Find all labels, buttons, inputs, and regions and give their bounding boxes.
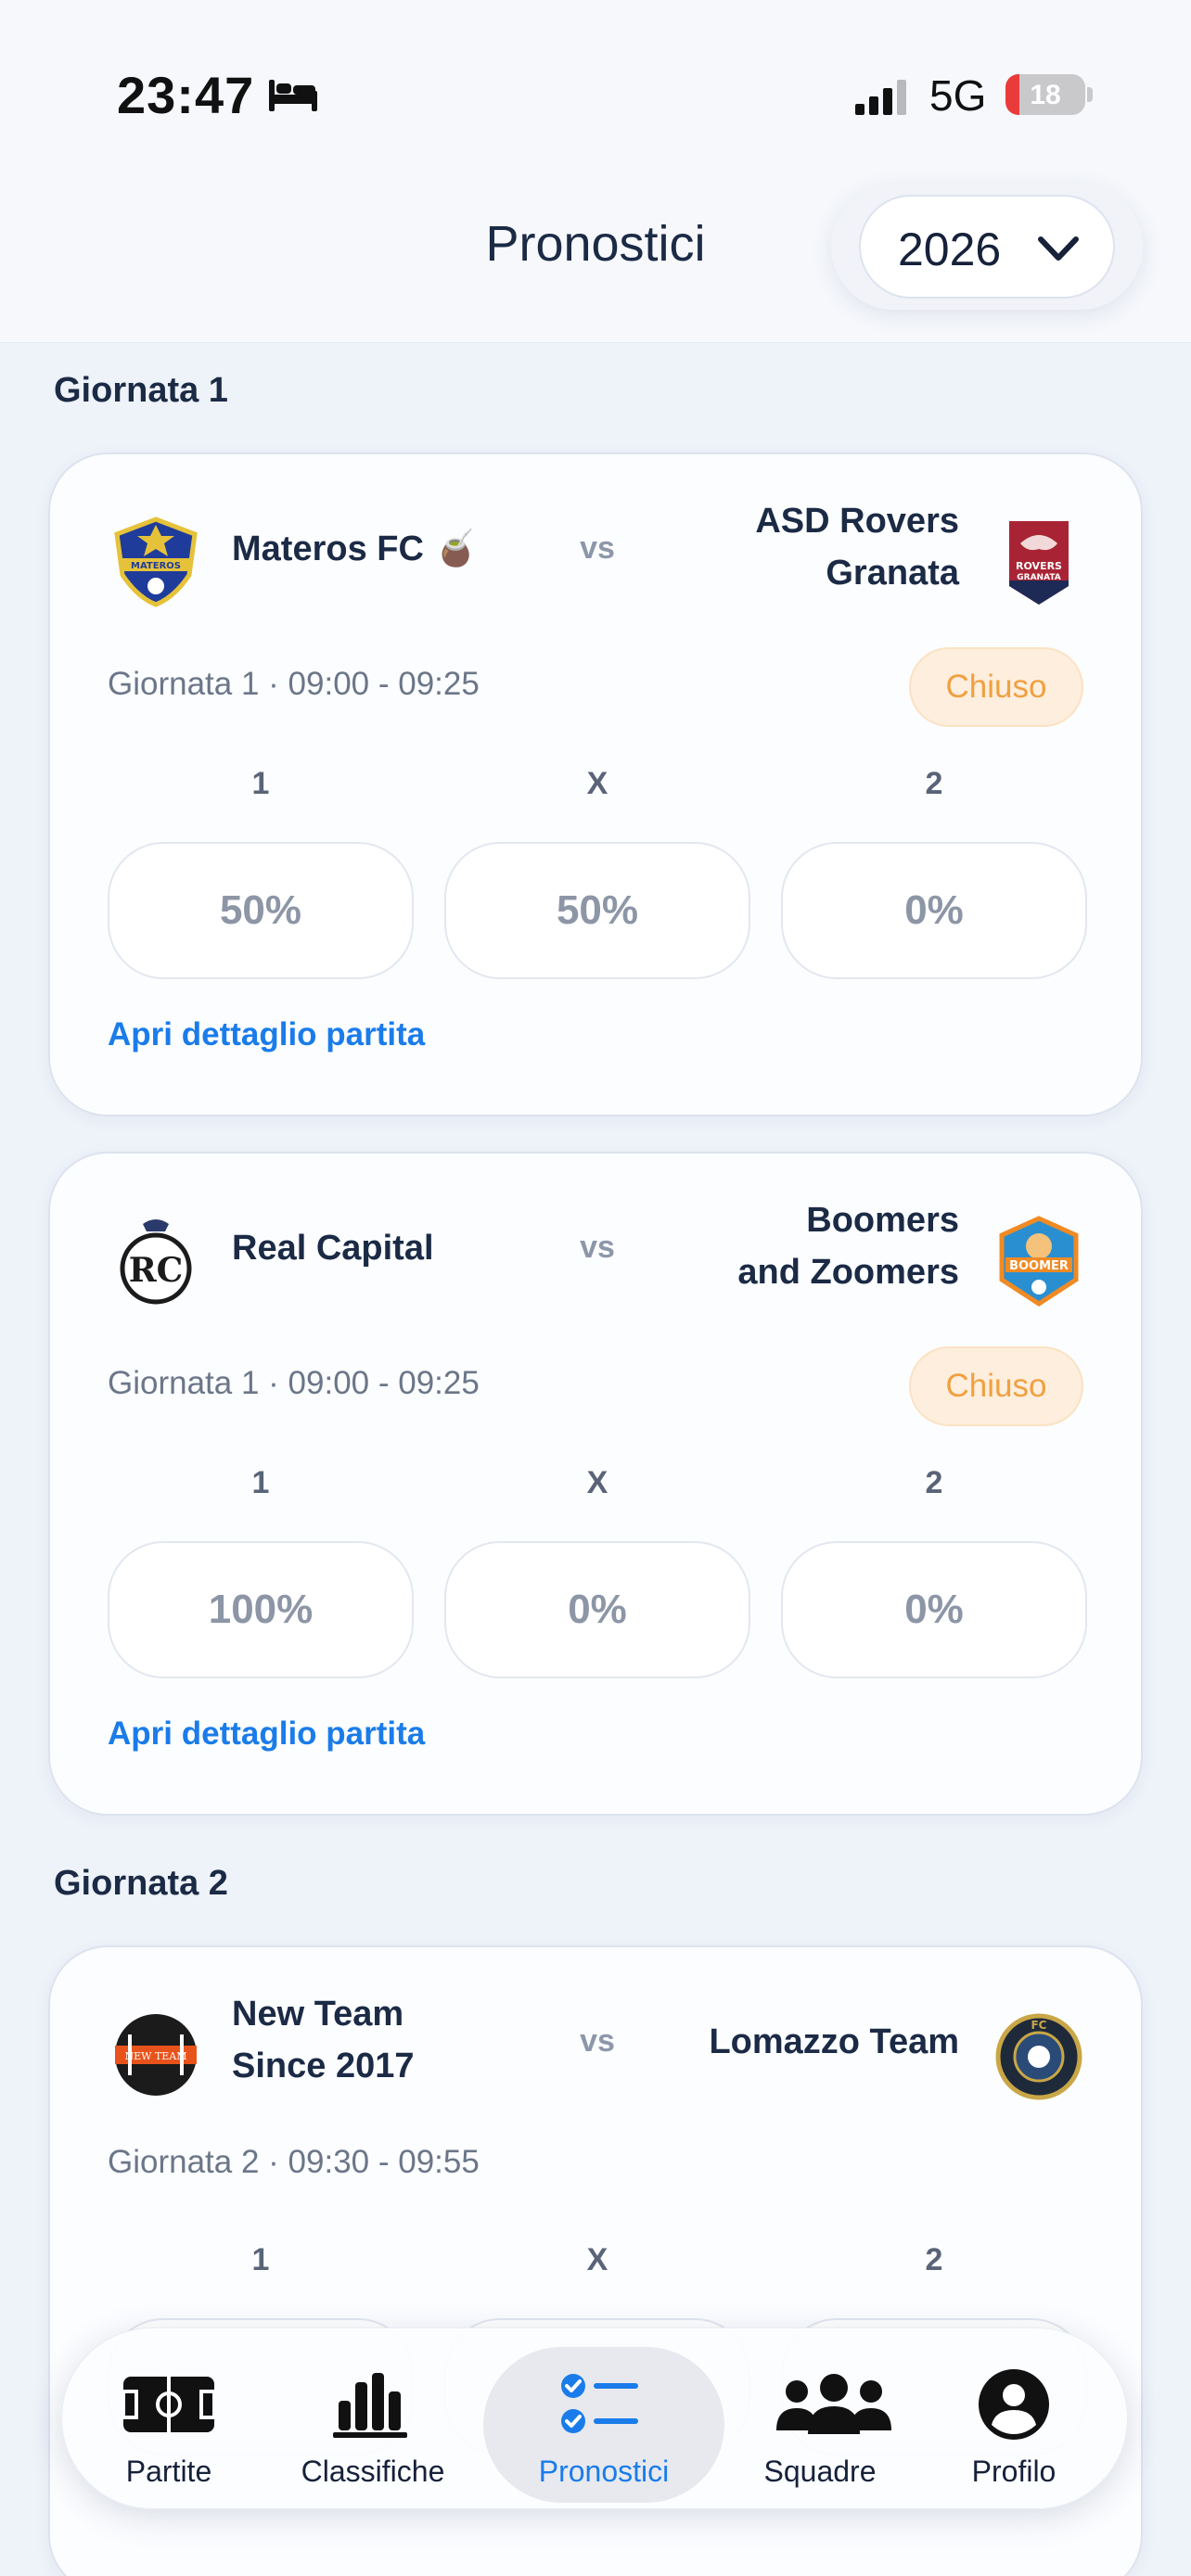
away-team-name-line: and Zoomers xyxy=(737,1253,959,1292)
people-icon xyxy=(776,2374,891,2434)
vs-label: vs xyxy=(580,530,615,566)
match-card: RC Real Capital vs Boomers and Zoomers B… xyxy=(48,1152,1143,1816)
bar-chart-icon xyxy=(333,2373,407,2438)
svg-text:GRANATA: GRANATA xyxy=(1017,573,1061,582)
year-select[interactable]: 2026 xyxy=(859,195,1115,299)
tab-partite[interactable]: Partite xyxy=(109,2328,229,2510)
team-logo-text: FC xyxy=(1031,2019,1046,2032)
tab-label: Profilo xyxy=(971,2455,1057,2488)
away-team-name: Boomers and Zoomers xyxy=(737,1194,959,1298)
chevron-down-icon xyxy=(1038,236,1079,261)
section-title: Giornata 1 xyxy=(54,371,228,410)
prediction-option-x[interactable]: 0% xyxy=(444,1541,750,1678)
option-label-2: 2 xyxy=(925,1465,943,1500)
away-team-name: Lomazzo Team xyxy=(709,2022,959,2061)
away-team-name-line: ASD Rovers xyxy=(755,502,959,541)
prediction-option-1[interactable]: 100% xyxy=(108,1541,414,1678)
battery-tip xyxy=(1087,87,1093,102)
tab-classifiche[interactable]: Classifiche xyxy=(294,2328,452,2510)
svg-text:ROVERS: ROVERS xyxy=(1016,560,1062,572)
tab-label: Pronostici xyxy=(538,2455,670,2488)
checklist-icon xyxy=(561,2374,638,2433)
tab-label: Partite xyxy=(125,2455,212,2488)
prediction-option-2[interactable]: 0% xyxy=(781,1541,1087,1678)
option-label-1: 1 xyxy=(251,1465,270,1500)
bed-icon xyxy=(269,80,317,111)
tab-profilo[interactable]: Profilo xyxy=(958,2328,1069,2510)
tab-pronostici[interactable]: Pronostici xyxy=(483,2328,724,2510)
option-label-x: X xyxy=(586,766,608,801)
match-info: Giornata 1 · 09:00 - 09:25 xyxy=(108,666,480,702)
status-bar: 23:47 5G 18 xyxy=(0,0,1191,185)
prediction-option-x[interactable]: 50% xyxy=(444,842,750,979)
option-label-2: 2 xyxy=(925,2242,943,2277)
tab-bar: Partite Classifiche Pronostici Squadre P… xyxy=(61,2327,1128,2509)
vs-label: vs xyxy=(580,2023,615,2059)
year-value: 2026 xyxy=(898,223,1002,275)
network-label: 5G xyxy=(929,71,987,120)
tab-label: Classifiche xyxy=(301,2455,445,2488)
vs-label: vs xyxy=(580,1230,615,1265)
status-time: 23:47 xyxy=(117,66,255,124)
team-logo-rovers-granata: ROVERS GRANATA xyxy=(1009,521,1069,605)
section-title: Giornata 2 xyxy=(54,1864,228,1903)
match-detail-link[interactable]: Apri dettaglio partita xyxy=(108,1016,425,1053)
status-badge: Chiuso xyxy=(909,647,1083,727)
option-label-1: 1 xyxy=(251,2242,270,2277)
signal-icon xyxy=(855,80,906,115)
battery-icon: 18 xyxy=(1005,74,1085,115)
prediction-option-1[interactable]: 50% xyxy=(108,842,414,979)
team-logo-lomazzo: FC xyxy=(995,2013,1082,2100)
prediction-option-2[interactable]: 0% xyxy=(781,842,1087,979)
option-label-x: X xyxy=(586,1465,608,1500)
field-icon xyxy=(122,2377,216,2432)
status-badge: Chiuso xyxy=(909,1346,1083,1426)
option-label-1: 1 xyxy=(251,766,270,801)
team-logo-text: BOOMER xyxy=(1009,1259,1069,1273)
match-info: Giornata 1 · 09:00 - 09:25 xyxy=(108,1365,480,1401)
away-team-name-line: Boomers xyxy=(806,1201,959,1240)
option-label-2: 2 xyxy=(925,766,943,801)
match-info: Giornata 2 · 09:30 - 09:55 xyxy=(108,2144,480,2180)
person-icon xyxy=(979,2369,1049,2440)
away-team-name: ASD Rovers Granata xyxy=(755,495,959,599)
match-detail-link[interactable]: Apri dettaglio partita xyxy=(108,1715,425,1753)
match-card: MATEROS Materos FC 🧉 vs ASD Rovers Grana… xyxy=(48,453,1143,1116)
tab-squadre[interactable]: Squadre xyxy=(750,2328,891,2510)
team-logo-boomers: BOOMER xyxy=(999,1216,1079,1307)
away-team-name-line: Granata xyxy=(826,554,959,593)
option-label-x: X xyxy=(586,2242,608,2277)
tab-label: Squadre xyxy=(763,2455,877,2488)
battery-level: 18 xyxy=(1030,80,1061,110)
